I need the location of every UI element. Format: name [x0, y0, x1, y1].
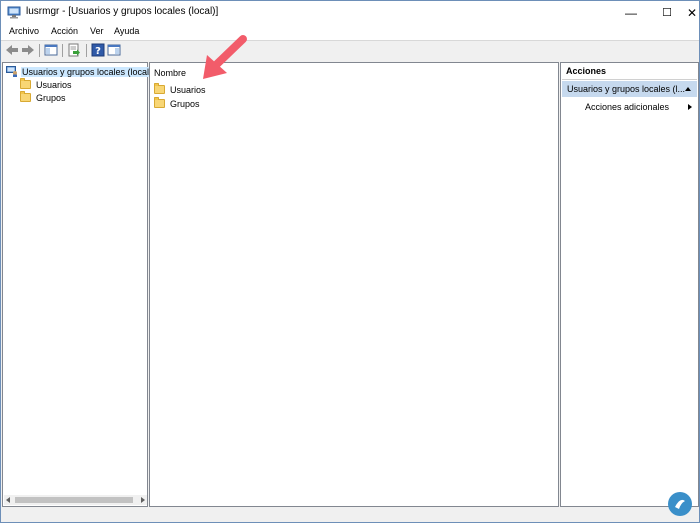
window-title: lusrmgr - [Usuarios y grupos locales (lo… [26, 6, 219, 17]
tree-item-grupos[interactable]: Grupos [20, 91, 66, 104]
back-icon[interactable] [5, 43, 19, 57]
list-item[interactable]: Grupos [154, 97, 200, 110]
toolbar-separator [86, 44, 87, 57]
menu-ayuda[interactable]: Ayuda [114, 26, 139, 36]
toolbar: ? [1, 41, 699, 60]
export-list-icon[interactable] [67, 43, 81, 57]
tree-root-label: Usuarios y grupos locales (local) [21, 66, 154, 77]
minimize-icon: — [625, 5, 637, 20]
results-pane[interactable]: Nombre Usuarios Grupos [149, 35, 559, 507]
show-hide-action-pane-icon[interactable] [107, 43, 121, 57]
tree-item-label: Grupos [36, 92, 66, 103]
maximize-button[interactable]: ☐ [649, 1, 685, 24]
actions-section-header[interactable]: Usuarios y grupos locales (l... [562, 81, 697, 97]
toolbar-separator [62, 44, 63, 57]
actions-section-label: Usuarios y grupos locales (l... [567, 84, 686, 94]
close-button[interactable]: ✕ [685, 1, 699, 24]
help-icon[interactable]: ? [91, 43, 105, 57]
menu-archivo[interactable]: Archivo [9, 26, 39, 36]
actions-pane: Acciones Usuarios y grupos locales (l...… [560, 62, 699, 507]
title-bar[interactable]: lusrmgr - [Usuarios y grupos locales (lo… [1, 1, 699, 24]
tree-item-usuarios[interactable]: Usuarios [20, 78, 72, 91]
local-users-groups-icon [6, 66, 17, 77]
folder-icon [20, 78, 31, 89]
actions-header: Acciones [562, 64, 697, 80]
app-window: lusrmgr - [Usuarios y grupos locales (lo… [0, 0, 700, 523]
computer-management-icon [7, 6, 21, 19]
tree-item-label: Usuarios [36, 79, 72, 90]
status-bar [1, 508, 699, 522]
scrollbar-thumb[interactable] [15, 497, 133, 503]
console-tree-pane[interactable]: Usuarios y grupos locales (local) Usuari… [2, 62, 154, 507]
horizontal-scrollbar[interactable] [4, 495, 147, 505]
show-hide-console-tree-icon[interactable] [44, 43, 58, 57]
folder-icon [154, 83, 165, 94]
tree-root[interactable]: Usuarios y grupos locales (local) [6, 65, 154, 78]
menu-accion[interactable]: Acción [51, 26, 78, 36]
action-acciones-adicionales[interactable]: Acciones adicionales [585, 102, 669, 112]
forward-icon[interactable] [21, 43, 35, 57]
column-header-nombre[interactable]: Nombre [154, 68, 186, 78]
watermark-logo [668, 492, 692, 516]
menu-ver[interactable]: Ver [90, 26, 104, 36]
scroll-right-icon[interactable] [141, 497, 145, 503]
collapse-up-icon[interactable] [685, 87, 691, 91]
menu-bar: Archivo Acción Ver Ayuda [1, 24, 699, 41]
toolbar-separator [39, 44, 40, 57]
svg-text:?: ? [95, 46, 101, 57]
minimize-button[interactable]: — [613, 1, 649, 24]
maximize-icon: ☐ [662, 7, 672, 19]
close-icon: ✕ [686, 5, 698, 20]
annotation-arrow [203, 35, 247, 79]
submenu-arrow-icon[interactable] [688, 104, 692, 110]
folder-icon [154, 97, 165, 108]
scroll-left-icon[interactable] [6, 497, 10, 503]
folder-icon [20, 91, 31, 102]
